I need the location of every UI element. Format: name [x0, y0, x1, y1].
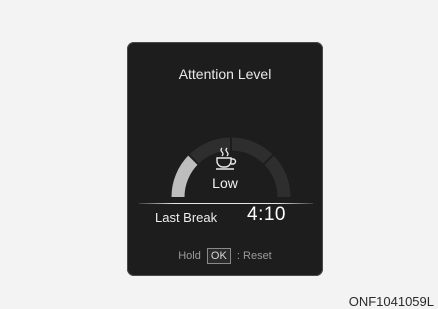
reset-label: : Reset	[236, 250, 272, 262]
last-break-label: Last Break	[155, 210, 218, 225]
attention-level-panel: Attention Level Low Last Break 4:10 Hold…	[127, 42, 323, 276]
figure-code: ONF1041059L	[348, 294, 434, 309]
attention-level-value: Low	[212, 175, 238, 191]
hold-label: Hold	[178, 250, 201, 262]
divider	[139, 203, 313, 204]
coffee-cup-icon	[216, 147, 237, 170]
reset-hint: Hold OK : Reset	[127, 248, 323, 264]
last-break-time: 4:10	[247, 204, 286, 225]
ok-button[interactable]: OK	[206, 248, 231, 264]
